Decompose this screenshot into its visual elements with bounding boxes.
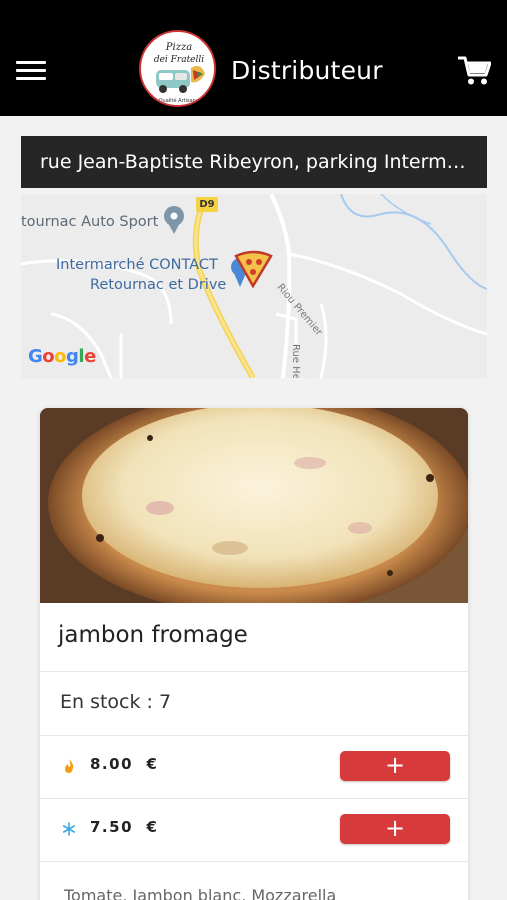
road-label-2: Rue Her bbox=[290, 344, 301, 378]
location-address[interactable]: rue Jean-Baptiste Ribeyron, parking Inte… bbox=[21, 136, 487, 188]
google-attribution: Google bbox=[28, 346, 96, 367]
price-row-fresh: 8.00 € + bbox=[40, 736, 468, 798]
price-value: 8.00 € bbox=[90, 755, 159, 773]
flame-icon bbox=[62, 758, 76, 774]
stock-status: En stock : 7 bbox=[60, 691, 172, 713]
hamburger-menu-icon[interactable] bbox=[16, 61, 46, 81]
map-poi-label: tournac Auto Sport bbox=[21, 214, 159, 230]
svg-text:Pizza: Pizza bbox=[165, 42, 192, 53]
price-row-frozen: 7.50 € + bbox=[40, 799, 468, 861]
product-name: jambon fromage bbox=[58, 622, 248, 648]
road-badge: D9 bbox=[196, 197, 218, 212]
svg-text:Qualité Artisanale: Qualité Artisanale bbox=[159, 97, 204, 104]
product-card: jambon fromage En stock : 7 8.00 € + 7.5… bbox=[40, 408, 468, 900]
pizza-image bbox=[40, 408, 468, 603]
snowflake-icon bbox=[62, 821, 76, 837]
map-store-label: Intermarché CONTACT bbox=[56, 257, 218, 273]
divider bbox=[40, 861, 468, 862]
brand-logo[interactable]: Pizza dei Fratelli Qualité Artisanale bbox=[139, 30, 216, 107]
shopping-cart-icon[interactable] bbox=[457, 56, 492, 86]
map-store-label-2: Retournac et Drive bbox=[90, 277, 227, 293]
app-header: Pizza dei Fratelli Qualité Artisanale Di… bbox=[0, 0, 507, 116]
add-to-cart-button[interactable]: + bbox=[340, 814, 450, 844]
divider bbox=[40, 671, 468, 672]
page-title: Distributeur bbox=[231, 56, 383, 85]
svg-text:dei Fratelli: dei Fratelli bbox=[154, 55, 204, 65]
add-to-cart-button[interactable]: + bbox=[340, 751, 450, 781]
location-map[interactable]: D9 tournac Auto Sport Intermarché CONTAC… bbox=[21, 194, 487, 378]
product-description: Tomate, Jambon blanc, Mozzarella bbox=[64, 886, 337, 900]
price-value: 7.50 € bbox=[90, 818, 159, 836]
